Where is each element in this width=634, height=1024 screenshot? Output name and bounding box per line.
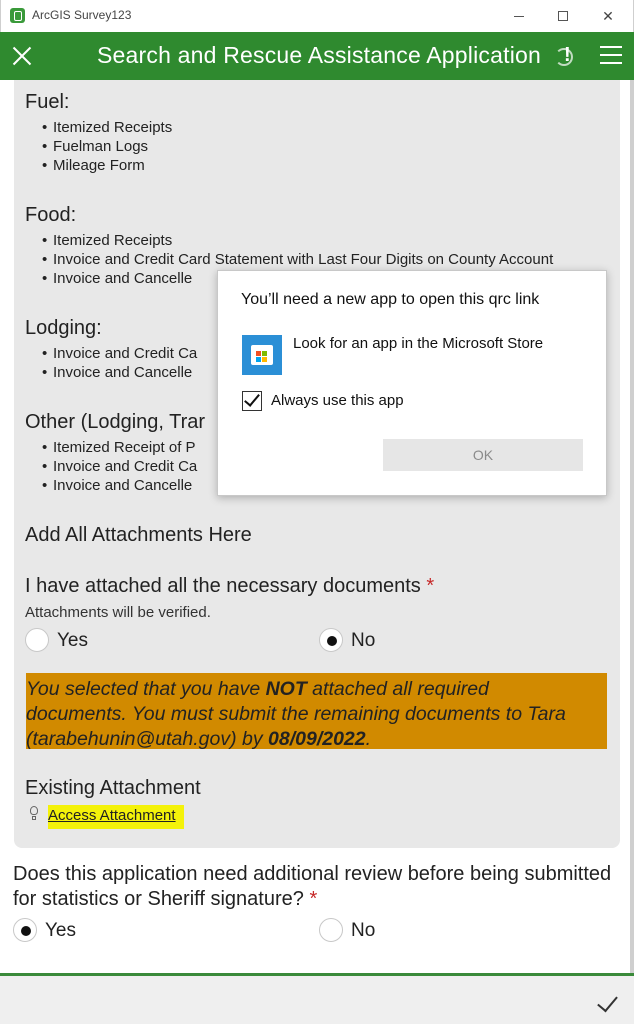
location-alert-icon[interactable]: ! [553,44,579,70]
existing-attachment-title: Existing Attachment [25,777,201,799]
section-title: Other (Lodging, Trar [25,411,206,433]
close-survey-icon[interactable] [10,44,34,68]
list-item: Itemized Receipts [42,231,553,250]
radio-yes-label[interactable]: Yes [57,630,88,652]
required-marker: * [426,575,435,597]
section-fuel: Fuel: Itemized Receipts Fuelman Logs Mil… [25,91,172,175]
required-marker: * [309,888,318,910]
bottom-bar [0,973,634,1024]
list-item: Mileage Form [42,156,172,175]
maximize-icon [558,11,568,21]
review-radio-no[interactable] [319,918,343,942]
survey-form[interactable]: Fuel: Itemized Receipts Fuelman Logs Mil… [0,80,634,973]
store-option-label[interactable]: Look for an app in the Microsoft Store [293,335,543,352]
always-use-checkbox[interactable] [242,391,262,411]
list-item: Invoice and Credit Ca [42,457,205,476]
menu-icon[interactable] [600,46,622,66]
attachments-heading: Add All Attachments Here [25,524,252,546]
radio-yes[interactable] [25,628,49,652]
section-title: Fuel: [25,91,70,113]
radio-no-label[interactable]: No [351,630,375,652]
ok-button[interactable]: OK [383,439,583,471]
background-window-edge [630,80,634,973]
list-item: Invoice and Cancelle [42,363,197,382]
lightbulb-icon [28,806,40,822]
microsoft-store-icon[interactable] [242,335,282,375]
list-item: Invoice and Credit Card Statement with L… [42,250,553,269]
review-radio-yes[interactable] [13,918,37,942]
list-item: Fuelman Logs [42,137,172,156]
maximize-button[interactable] [541,4,585,28]
question-text: I have attached all the necessary docume… [25,575,421,597]
survey123-app-icon [10,8,25,23]
section-other: Other (Lodging, Trar Itemized Receipt of… [25,411,205,495]
question-review-label: Does this application need additional re… [13,862,613,912]
list-item: Itemized Receipt of P [42,438,205,457]
list-item: Invoice and Credit Ca [42,344,197,363]
window-close-button[interactable]: ✕ [586,4,630,28]
question-attached-label: I have attached all the necessary docume… [25,575,434,598]
access-attachment-link[interactable]: Access Attachment [48,805,184,829]
minimize-button[interactable] [497,4,541,28]
review-radio-yes-label[interactable]: Yes [45,920,76,942]
section-title: Food: [25,204,77,226]
open-with-dialog: You’ll need a new app to open this qrc l… [217,270,607,496]
list-item: Itemized Receipts [42,118,172,137]
dialog-title: You’ll need a new app to open this qrc l… [241,291,540,308]
minimize-icon [514,15,524,17]
warning-note: You selected that you have NOT attached … [26,673,607,750]
section-title: Lodging: [25,317,102,339]
submit-check-icon[interactable] [598,990,622,1014]
radio-no[interactable] [319,628,343,652]
list-item: Invoice and Cancelle [42,476,205,495]
always-use-label[interactable]: Always use this app [271,392,404,409]
question-hint: Attachments will be verified. [25,604,211,621]
app-header: Search and Rescue Assistance Application… [0,32,634,80]
window-titlebar: ArcGIS Survey123 ✕ [0,0,634,32]
window-title: ArcGIS Survey123 [32,8,132,22]
section-lodging: Lodging: Invoice and Credit Ca Invoice a… [25,317,197,382]
survey-title: Search and Rescue Assistance Application [97,42,541,68]
review-radio-no-label[interactable]: No [351,920,375,942]
